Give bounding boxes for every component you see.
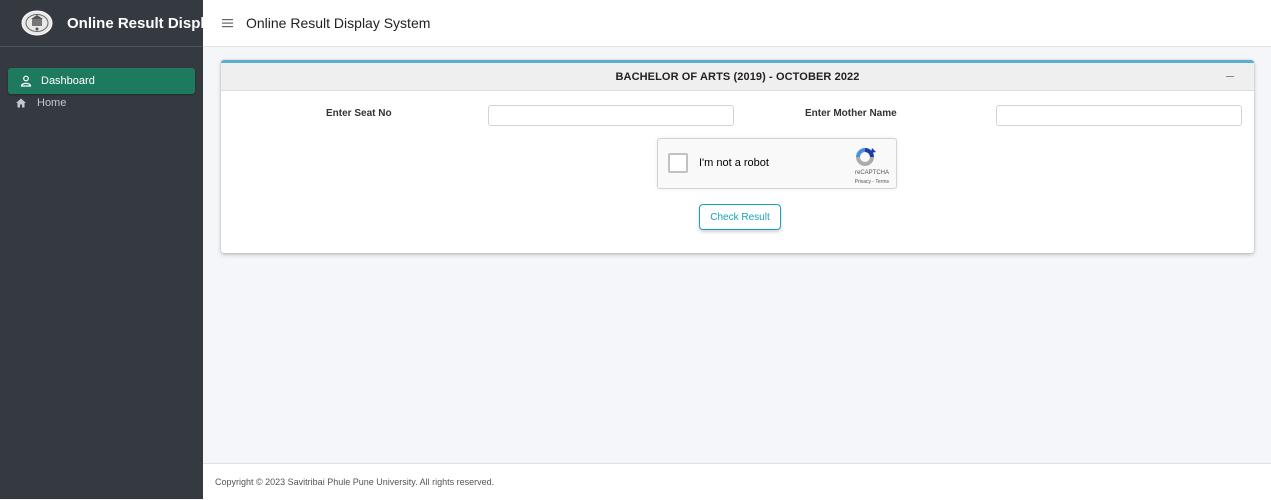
page-title: Online Result Display System xyxy=(246,15,431,31)
home-icon xyxy=(16,98,26,108)
brand[interactable]: Online Result Display System xyxy=(0,0,203,47)
top-navbar: Online Result Display System xyxy=(203,0,1271,47)
brand-title: Online Result Display System xyxy=(67,14,203,32)
recaptcha-widget: I'm not a robot reCAPTCHA Privacy - Term… xyxy=(657,138,897,189)
recaptcha-brand: reCAPTCHA xyxy=(854,170,889,176)
card-title: BACHELOR OF ARTS (2019) - OCTOBER 2022 xyxy=(615,70,860,83)
footer: Copyright © 2023 Savitribai Phule Pune U… xyxy=(203,463,1271,500)
sidebar-item-label: Home xyxy=(37,97,67,109)
recaptcha-privacy-terms[interactable]: Privacy - Terms xyxy=(658,179,889,185)
recaptcha-label: I'm not a robot xyxy=(699,157,769,169)
seat-no-label: Enter Seat No xyxy=(326,108,392,119)
university-logo-icon xyxy=(21,10,53,36)
minus-icon[interactable] xyxy=(1222,69,1238,83)
seat-no-input[interactable] xyxy=(488,105,734,126)
card-header: BACHELOR OF ARTS (2019) - OCTOBER 2022 xyxy=(221,63,1254,91)
mother-name-input[interactable] xyxy=(996,105,1242,126)
check-result-button[interactable]: Check Result xyxy=(699,204,781,230)
sidebar-nav: Dashboard Home xyxy=(0,47,203,112)
user-icon xyxy=(20,75,32,87)
mother-name-label: Enter Mother Name xyxy=(805,108,897,119)
menu-icon[interactable] xyxy=(222,17,234,29)
result-card: BACHELOR OF ARTS (2019) - OCTOBER 2022 E… xyxy=(221,60,1254,253)
copyright-text: Copyright © 2023 Savitribai Phule Pune U… xyxy=(215,477,495,487)
sidebar-item-dashboard[interactable]: Dashboard xyxy=(8,68,195,94)
sidebar-item-label: Dashboard xyxy=(41,75,95,87)
sidebar-item-home[interactable]: Home xyxy=(0,94,203,112)
recaptcha-logo-icon xyxy=(856,148,876,166)
sidebar: Online Result Display System Dashboard H… xyxy=(0,0,203,499)
